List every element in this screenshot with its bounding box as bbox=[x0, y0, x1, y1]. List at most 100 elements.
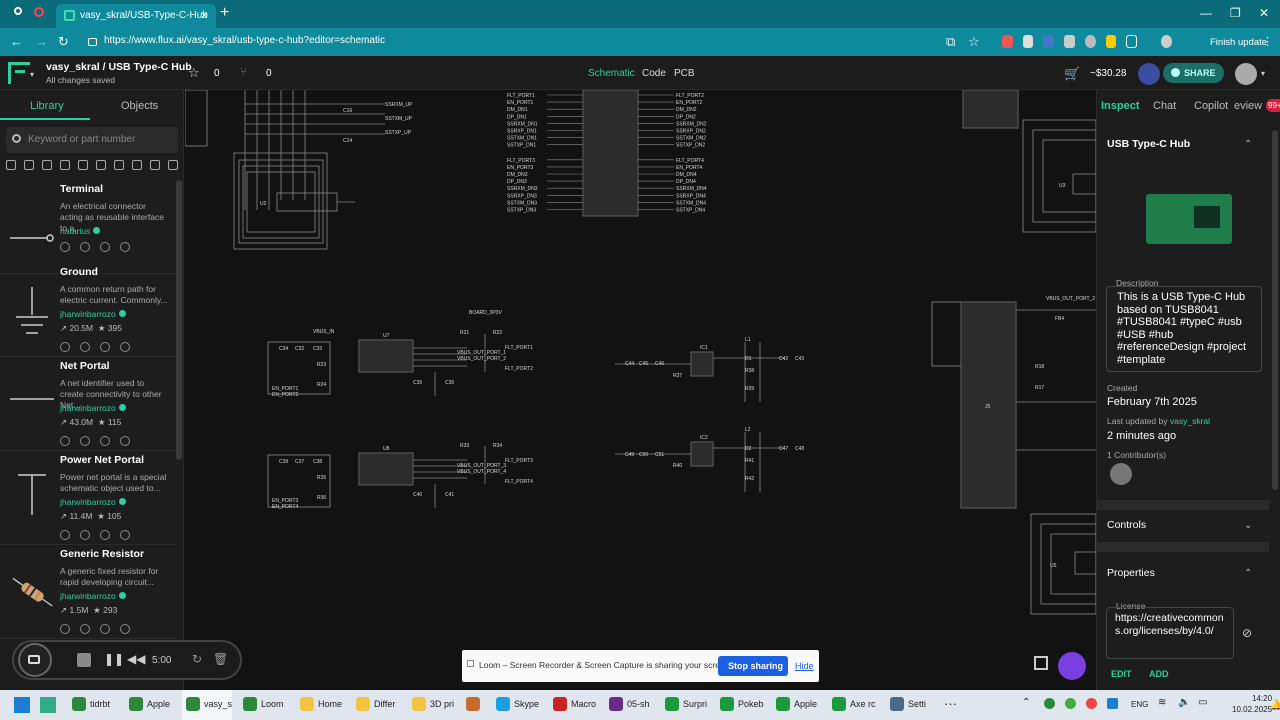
browser-more-icon[interactable]: ⋮ bbox=[1262, 35, 1273, 48]
profile-avatar[interactable] bbox=[1161, 35, 1172, 48]
library-card-ground[interactable]: Ground A common return path for electric… bbox=[0, 263, 176, 357]
tab-review[interactable]: eview bbox=[1234, 100, 1262, 112]
close-window-icon[interactable]: ✕ bbox=[1259, 6, 1269, 20]
card-author[interactable]: jharwinbarrozo bbox=[60, 591, 126, 601]
browser-tab[interactable]: vasy_skral/USB-Type-C-Hub × bbox=[56, 4, 216, 28]
tab-schematic[interactable]: Schematic bbox=[588, 68, 635, 79]
add-button[interactable]: ADD bbox=[1149, 669, 1169, 679]
edit-button[interactable]: EDIT bbox=[1111, 669, 1132, 679]
restart-icon[interactable]: ↻ bbox=[192, 652, 202, 666]
minimize-icon[interactable]: — bbox=[1200, 6, 1212, 20]
more-apps-icon[interactable]: ··· bbox=[944, 696, 957, 711]
expand-icon[interactable]: ⌄ bbox=[1244, 520, 1252, 531]
delete-icon[interactable]: 🗑 bbox=[213, 652, 228, 666]
taskbar-item[interactable]: Home bbox=[296, 690, 342, 720]
schematic-canvas[interactable]: SSRXM_UP SSTXM_UP SSTXP_UP C16 C14 U2 U7… bbox=[185, 90, 1096, 690]
inspect-scrollbar[interactable] bbox=[1272, 130, 1278, 490]
taskbar-item[interactable]: Apple bbox=[772, 690, 817, 720]
filter-cart-icon[interactable] bbox=[60, 160, 70, 170]
filter-chip-icon[interactable] bbox=[150, 160, 160, 170]
pause-icon[interactable]: ❚❚ bbox=[104, 652, 124, 666]
properties-section[interactable]: Properties bbox=[1107, 567, 1155, 579]
extensions-puzzle-icon[interactable] bbox=[1126, 35, 1138, 48]
taskbar-item[interactable]: Surpri bbox=[661, 690, 707, 720]
stop-sharing-button[interactable]: Stop sharing bbox=[718, 656, 788, 676]
flux-copilot-button[interactable] bbox=[1058, 652, 1086, 680]
star-icon[interactable]: ☆ bbox=[188, 65, 200, 81]
tab-copilot[interactable]: Copilot bbox=[1194, 100, 1228, 112]
widgets-icon[interactable] bbox=[40, 697, 56, 713]
browser-menu-icon[interactable] bbox=[14, 7, 22, 15]
loom-grip-icon[interactable] bbox=[467, 660, 474, 667]
account-avatar[interactable] bbox=[1235, 63, 1257, 85]
taskbar-item[interactable] bbox=[462, 690, 484, 720]
hide-eye-icon[interactable]: ⊘ bbox=[1242, 626, 1252, 640]
tray-icon[interactable] bbox=[1107, 698, 1118, 709]
extension-icon[interactable] bbox=[1043, 35, 1055, 48]
card-author[interactable]: jharwinbarrozo bbox=[60, 403, 126, 413]
tab-inspect[interactable]: Inspect bbox=[1101, 100, 1140, 112]
finish-update-button[interactable]: Finish update bbox=[1210, 37, 1267, 48]
taskbar-item[interactable]: Axe rc bbox=[828, 690, 876, 720]
taskbar-item-active[interactable]: vasy_s bbox=[182, 690, 233, 720]
schematic-drawing[interactable]: SSRXM_UP SSTXM_UP SSTXP_UP C16 C14 U2 U7… bbox=[185, 90, 1096, 690]
reload-icon[interactable]: ↻ bbox=[58, 34, 69, 50]
description-field[interactable]: This is a USB Type-C Hub based on TUSB80… bbox=[1106, 286, 1262, 372]
install-icon[interactable]: ⧉ bbox=[946, 34, 955, 50]
tray-chevron-icon[interactable]: ⌃ bbox=[1022, 697, 1030, 708]
filter-symbol-icon[interactable] bbox=[24, 160, 34, 170]
fork-icon[interactable]: ⑂ bbox=[240, 66, 247, 78]
fullscreen-icon[interactable] bbox=[1034, 656, 1048, 670]
account-chevron-icon[interactable]: ▾ bbox=[1261, 69, 1265, 78]
tab-objects[interactable]: Objects bbox=[121, 100, 158, 112]
contributor-avatar[interactable] bbox=[1110, 463, 1132, 485]
language-indicator[interactable]: ENG bbox=[1131, 700, 1148, 709]
tray-icon[interactable] bbox=[1086, 698, 1097, 709]
filter-box-icon[interactable] bbox=[96, 160, 106, 170]
taskbar-item[interactable]: Differ bbox=[352, 690, 395, 720]
filter-footprint-icon[interactable] bbox=[42, 160, 52, 170]
tab-code[interactable]: Code bbox=[642, 68, 666, 79]
taskbar-item[interactable]: Skype bbox=[492, 690, 539, 720]
taskbar-item[interactable]: Loom bbox=[239, 690, 284, 720]
hide-link[interactable]: Hide bbox=[795, 661, 814, 671]
extension-icon[interactable] bbox=[1002, 35, 1013, 48]
collapse-icon[interactable]: ⌃ bbox=[1244, 568, 1252, 579]
back-icon[interactable]: ← bbox=[10, 34, 23, 49]
extension-icon[interactable] bbox=[1105, 35, 1117, 48]
collapse-icon[interactable]: ⌃ bbox=[1244, 139, 1252, 150]
url-field[interactable]: https://www.flux.ai/vasy_skral/usb-type-… bbox=[80, 32, 990, 52]
record-icon[interactable] bbox=[34, 7, 44, 17]
share-button[interactable]: SHARE bbox=[1163, 63, 1224, 83]
windows-start-icon[interactable] bbox=[14, 697, 30, 713]
user-avatar[interactable] bbox=[1138, 63, 1160, 85]
library-card-generic-resistor[interactable]: Generic Resistor A generic fixed resisto… bbox=[0, 545, 176, 639]
taskbar-item[interactable]: Macro bbox=[549, 690, 596, 720]
taskbar-item[interactable]: Setti bbox=[886, 690, 926, 720]
filter-verified-icon[interactable] bbox=[132, 160, 142, 170]
stop-record-icon[interactable] bbox=[77, 653, 91, 667]
taskbar-item[interactable]: Apple bbox=[125, 690, 170, 720]
wifi-icon[interactable]: ≋ bbox=[1158, 697, 1166, 708]
library-card-net-portal[interactable]: Net Portal A net identifier used to crea… bbox=[0, 357, 176, 451]
maximize-icon[interactable]: ❐ bbox=[1230, 6, 1241, 20]
tray-icon[interactable] bbox=[1044, 698, 1055, 709]
taskbar-item[interactable]: Pokeb bbox=[716, 690, 764, 720]
search-input[interactable]: Keyword or part number bbox=[6, 127, 178, 153]
filter-grid-icon[interactable] bbox=[168, 160, 178, 170]
notifications-icon[interactable]: 🔔 bbox=[1270, 700, 1280, 711]
card-author[interactable]: natarius bbox=[60, 226, 100, 236]
extension-icon[interactable] bbox=[1084, 35, 1096, 48]
volume-icon[interactable]: 🔈 bbox=[1178, 697, 1190, 708]
library-card-power-net-portal[interactable]: Power Net Portal Power net portal is a s… bbox=[0, 451, 176, 545]
flux-logo-icon[interactable] bbox=[8, 62, 30, 84]
card-author[interactable]: jharwinbarrozo bbox=[60, 497, 126, 507]
project-title[interactable]: vasy_skral / USB Type-C Hub bbox=[46, 61, 192, 73]
cart-icon[interactable]: 🛒 bbox=[1064, 66, 1080, 82]
chevron-down-icon[interactable]: ▾ bbox=[30, 70, 34, 79]
tab-chat[interactable]: Chat bbox=[1153, 100, 1176, 112]
extension-icon[interactable] bbox=[1022, 35, 1034, 48]
close-tab-icon[interactable]: × bbox=[201, 8, 208, 22]
credits-balance[interactable]: ~$30.28 bbox=[1090, 68, 1126, 79]
site-info-icon[interactable] bbox=[88, 38, 97, 46]
